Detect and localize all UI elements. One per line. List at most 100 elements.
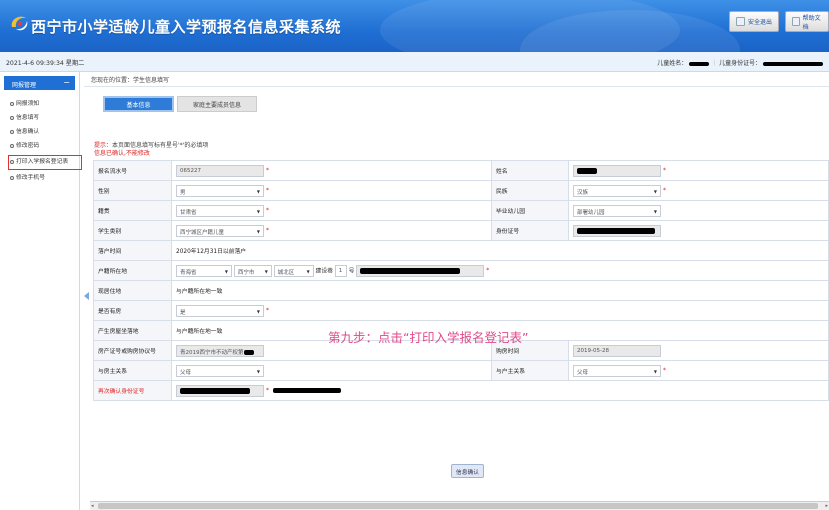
confirmed-notice: 信息已确认,不能修改 <box>94 150 150 157</box>
gender-label: 性别 <box>93 180 172 201</box>
confirm-button[interactable]: 信息确认 <box>451 464 484 478</box>
help-button[interactable]: 帮助文档 <box>785 11 829 32</box>
logo-icon <box>11 16 28 31</box>
cert-label: 房产证号或购房协议号 <box>93 340 172 361</box>
province-select[interactable]: 青海省 <box>176 264 232 277</box>
highlight-box <box>8 155 82 170</box>
required-mark: * <box>266 307 269 314</box>
sidebar-item-label: 网报须知 <box>16 101 40 107</box>
child-name-label: 儿童姓名： <box>657 60 688 67</box>
doc-icon <box>10 115 14 120</box>
redacted-id-2 <box>272 388 341 393</box>
reconfirm-cell: * <box>171 380 829 401</box>
scrollbar-thumb[interactable] <box>98 503 818 509</box>
relation-cell-2: 父母* <box>568 360 829 381</box>
sidebar-item-fill-info[interactable]: 信息填写 <box>10 112 39 121</box>
required-mark: * <box>266 187 269 194</box>
sidebar-item-change-phone[interactable]: 修改手机号 <box>10 172 45 181</box>
redacted-name <box>689 61 710 66</box>
redacted-cert <box>243 349 254 355</box>
table-row: 与房主关系 父母 与户主关系 父母* <box>93 360 829 381</box>
cert-value: 青2019西宁市不动产权第 <box>180 349 244 356</box>
owns-house-cell: 是* <box>171 300 829 321</box>
owns-house-label: 是否有房 <box>93 300 172 321</box>
redacted-name-value <box>577 167 597 174</box>
ethnicity-select[interactable]: 汉族 <box>573 184 661 197</box>
serial-label: 报名流水号 <box>93 160 172 181</box>
header-bar: 西宁市小学适龄儿童入学预报名信息采集系统 安全退出 帮助文档 <box>0 0 829 52</box>
scroll-left-icon[interactable]: ◂ <box>91 503 94 509</box>
collapse-arrow-icon[interactable] <box>84 292 89 300</box>
sidebar-item-change-password[interactable]: 修改密码 <box>10 140 39 149</box>
id-cell <box>568 220 829 241</box>
tab-basic-info[interactable]: 基本信息 <box>103 96 174 112</box>
id-label: 身份证号 <box>491 220 569 241</box>
native-label: 籍贯 <box>93 200 172 221</box>
address-detail-input[interactable] <box>356 264 485 277</box>
native-select[interactable]: 甘肃省 <box>176 204 264 217</box>
divider <box>84 86 829 87</box>
hukou-time-value: 2020年12月31日以前落户 <box>171 240 829 261</box>
id-input[interactable] <box>573 224 661 237</box>
ethnicity-label: 民族 <box>491 180 569 201</box>
cert-input[interactable]: 青2019西宁市不动产权第 <box>176 344 264 357</box>
kindergarten-select[interactable]: 部署幼儿园 <box>573 204 661 217</box>
sidebar-heading-label: 网报管理 <box>12 82 37 89</box>
serial-input[interactable]: 065227 <box>176 164 264 177</box>
street-no-input[interactable]: 1 <box>334 264 347 277</box>
horizontal-scrollbar[interactable]: ◂ ▸ <box>90 501 829 510</box>
residence-value: 与户籍所在地一致 <box>171 280 829 301</box>
student-type-select[interactable]: 西宁城区户籍儿童 <box>176 224 264 237</box>
doc-icon <box>10 175 14 180</box>
student-info-form: 报名流水号 065227* 姓名 * 性别 男* 民族 汉族* 籍贯 甘肃省* <box>93 160 829 401</box>
sidebar-item-notice[interactable]: 网报须知 <box>10 98 39 107</box>
required-mark: * <box>663 367 666 374</box>
relation-label: 与房主关系 <box>93 360 172 381</box>
sidebar-heading[interactable]: 网报管理 − <box>4 76 75 90</box>
sidebar-item-label: 修改手机号 <box>16 175 45 181</box>
owns-house-select[interactable]: 是 <box>176 304 264 317</box>
reconfirm-label: 再次确认身份证号 <box>93 380 172 401</box>
user-info: 儿童姓名： ｜ 儿童身份证号： <box>657 58 823 67</box>
property-loc-label: 产生房屋坐落地 <box>93 320 172 341</box>
city-select[interactable]: 西宁市 <box>233 264 272 277</box>
ethnicity-cell: 汉族* <box>568 180 829 201</box>
required-mark: * <box>266 167 269 174</box>
district-select[interactable]: 城北区 <box>273 264 314 277</box>
sidebar-item-label: 信息填写 <box>16 115 40 121</box>
serial-cell: 065227 * <box>171 160 492 181</box>
purchase-time-input[interactable]: 2019-05-28 <box>573 344 661 357</box>
help-icon <box>792 17 800 26</box>
required-mark: * <box>663 187 666 194</box>
name-input[interactable] <box>573 164 661 177</box>
sidebar-item-label: 信息确认 <box>16 129 40 135</box>
relation-select[interactable]: 父母 <box>176 364 264 377</box>
sidebar-item-confirm-info[interactable]: 信息确认 <box>10 126 39 135</box>
required-mark: * <box>266 387 269 394</box>
collapse-icon[interactable]: − <box>63 78 70 87</box>
kindergarten-label: 毕业幼儿园 <box>491 200 569 221</box>
table-row: 籍贯 甘肃省* 毕业幼儿园 部署幼儿园 <box>93 200 829 221</box>
tab-family-members[interactable]: 家庭主要成员信息 <box>177 96 257 112</box>
native-cell: 甘肃省* <box>171 200 492 221</box>
logout-button[interactable]: 安全退出 <box>729 11 780 32</box>
logout-label: 安全退出 <box>748 19 773 26</box>
hukou-addr-label: 户籍所在地 <box>93 260 172 281</box>
student-type-label: 学生类别 <box>93 220 172 241</box>
scroll-right-icon[interactable]: ▸ <box>825 503 828 509</box>
required-mark: * <box>266 227 269 234</box>
app-window: 西宁市小学适龄儿童入学预报名信息采集系统 安全退出 帮助文档 2021-4-6 … <box>0 0 829 510</box>
logout-icon <box>736 17 745 26</box>
step-annotation: 第九步：点击“打印入学报名登记表” <box>328 330 529 345</box>
doc-icon <box>10 143 14 148</box>
table-row: 报名流水号 065227 * 姓名 * <box>93 160 829 181</box>
child-id-label: 儿童身份证号： <box>719 60 762 67</box>
gender-select[interactable]: 男 <box>176 184 264 197</box>
relation-cell: 父母 <box>171 360 492 381</box>
student-type-cell: 西宁城区户籍儿童* <box>171 220 492 241</box>
redacted-id-1 <box>180 387 250 394</box>
relation-select-2[interactable]: 父母 <box>573 364 661 377</box>
redacted-address <box>360 267 461 274</box>
current-datetime: 2021-4-6 09:39:34 星期二 <box>6 60 85 67</box>
reconfirm-input[interactable] <box>176 384 264 397</box>
